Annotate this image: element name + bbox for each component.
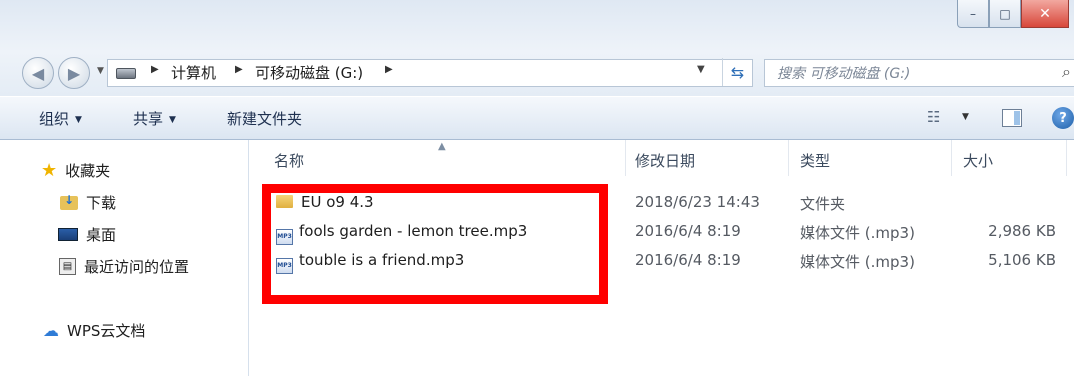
column-header-size[interactable]: 大小 [963, 150, 993, 171]
sidebar-item-label: 桌面 [86, 226, 117, 244]
chevron-down-icon: ▼ [169, 115, 176, 125]
highlight-annotation-box [262, 184, 608, 304]
new-folder-button[interactable]: 新建文件夹 [227, 108, 302, 129]
window-controls: – □ ✕ [957, 0, 1069, 36]
column-divider[interactable] [951, 140, 952, 176]
breadcrumb-computer[interactable]: 计算机 [171, 62, 216, 83]
file-type: 媒体文件 (.mp3) [800, 253, 915, 271]
organize-button[interactable]: 组织 ▼ [39, 108, 82, 129]
sort-ascending-icon: ▲ [438, 141, 446, 152]
refresh-icon: ⇆ [730, 62, 745, 82]
sidebar-item-label: 收藏夹 [65, 162, 111, 180]
file-modified: 2016/6/4 8:19 [635, 251, 741, 269]
desktop-icon [58, 228, 78, 241]
back-button[interactable]: ◀ [22, 57, 54, 89]
close-button[interactable]: ✕ [1021, 0, 1069, 28]
sidebar-item-label: 最近访问的位置 [84, 258, 190, 276]
star-icon: ★ [41, 160, 58, 181]
file-type: 文件夹 [800, 195, 846, 213]
chevron-down-icon: ▼ [75, 115, 82, 125]
address-history-dropdown-icon[interactable]: ▼ [697, 64, 705, 75]
breadcrumb-separator-icon[interactable]: ▶ [385, 64, 393, 75]
column-divider[interactable] [1066, 140, 1067, 176]
column-divider[interactable] [625, 140, 626, 176]
breadcrumb-drive[interactable]: 可移动磁盘 (G:) [255, 62, 363, 83]
column-header-modified[interactable]: 修改日期 [635, 150, 695, 171]
file-modified: 2018/6/23 14:43 [635, 193, 760, 211]
share-button[interactable]: 共享 ▼ [133, 108, 176, 129]
sidebar-item-downloads[interactable]: 下载 [60, 192, 116, 213]
column-divider[interactable] [788, 140, 789, 176]
preview-pane-icon[interactable] [1002, 109, 1022, 127]
sidebar-item-wps[interactable]: ☁ WPS云文档 [43, 320, 145, 341]
share-label: 共享 [133, 110, 164, 128]
cloud-icon: ☁ [43, 321, 59, 340]
refresh-button[interactable]: ⇆ [722, 58, 752, 86]
breadcrumb-separator-icon[interactable]: ▶ [151, 64, 159, 75]
sidebar-item-favorites[interactable]: ★ 收藏夹 [41, 160, 110, 181]
recent-pages-dropdown-icon[interactable]: ▼ [97, 66, 104, 76]
file-type: 媒体文件 (.mp3) [800, 224, 915, 242]
download-folder-icon [60, 193, 78, 210]
help-icon[interactable]: ? [1052, 107, 1074, 129]
sidebar-item-recent[interactable]: ▤ 最近访问的位置 [59, 256, 189, 277]
sidebar-item-label: WPS云文档 [67, 322, 146, 340]
sidebar-item-desktop[interactable]: 桌面 [58, 224, 116, 245]
column-header-name[interactable]: 名称 [274, 150, 304, 171]
view-options-icon[interactable]: ☷ [927, 108, 940, 126]
breadcrumb-separator-icon[interactable]: ▶ [235, 64, 243, 75]
file-size: 5,106 KB [988, 251, 1056, 269]
column-header-type[interactable]: 类型 [800, 150, 830, 171]
search-placeholder: 搜索 可移动磁盘 (G:) [777, 66, 911, 82]
forward-button[interactable]: ▶ [58, 57, 90, 89]
file-size: 2,986 KB [988, 222, 1056, 240]
drive-icon [116, 68, 136, 79]
recent-places-icon: ▤ [59, 258, 76, 275]
organize-label: 组织 [39, 110, 70, 128]
title-bar [0, 0, 1074, 52]
forward-arrow-icon: ▶ [67, 63, 81, 83]
search-icon[interactable]: ⌕ [1062, 62, 1071, 82]
file-modified: 2016/6/4 8:19 [635, 222, 741, 240]
chevron-down-icon[interactable]: ▼ [962, 112, 969, 122]
minimize-button[interactable]: – [957, 0, 989, 28]
maximize-button[interactable]: □ [989, 0, 1021, 28]
sidebar-item-label: 下载 [86, 194, 117, 212]
back-arrow-icon: ◀ [31, 63, 45, 83]
